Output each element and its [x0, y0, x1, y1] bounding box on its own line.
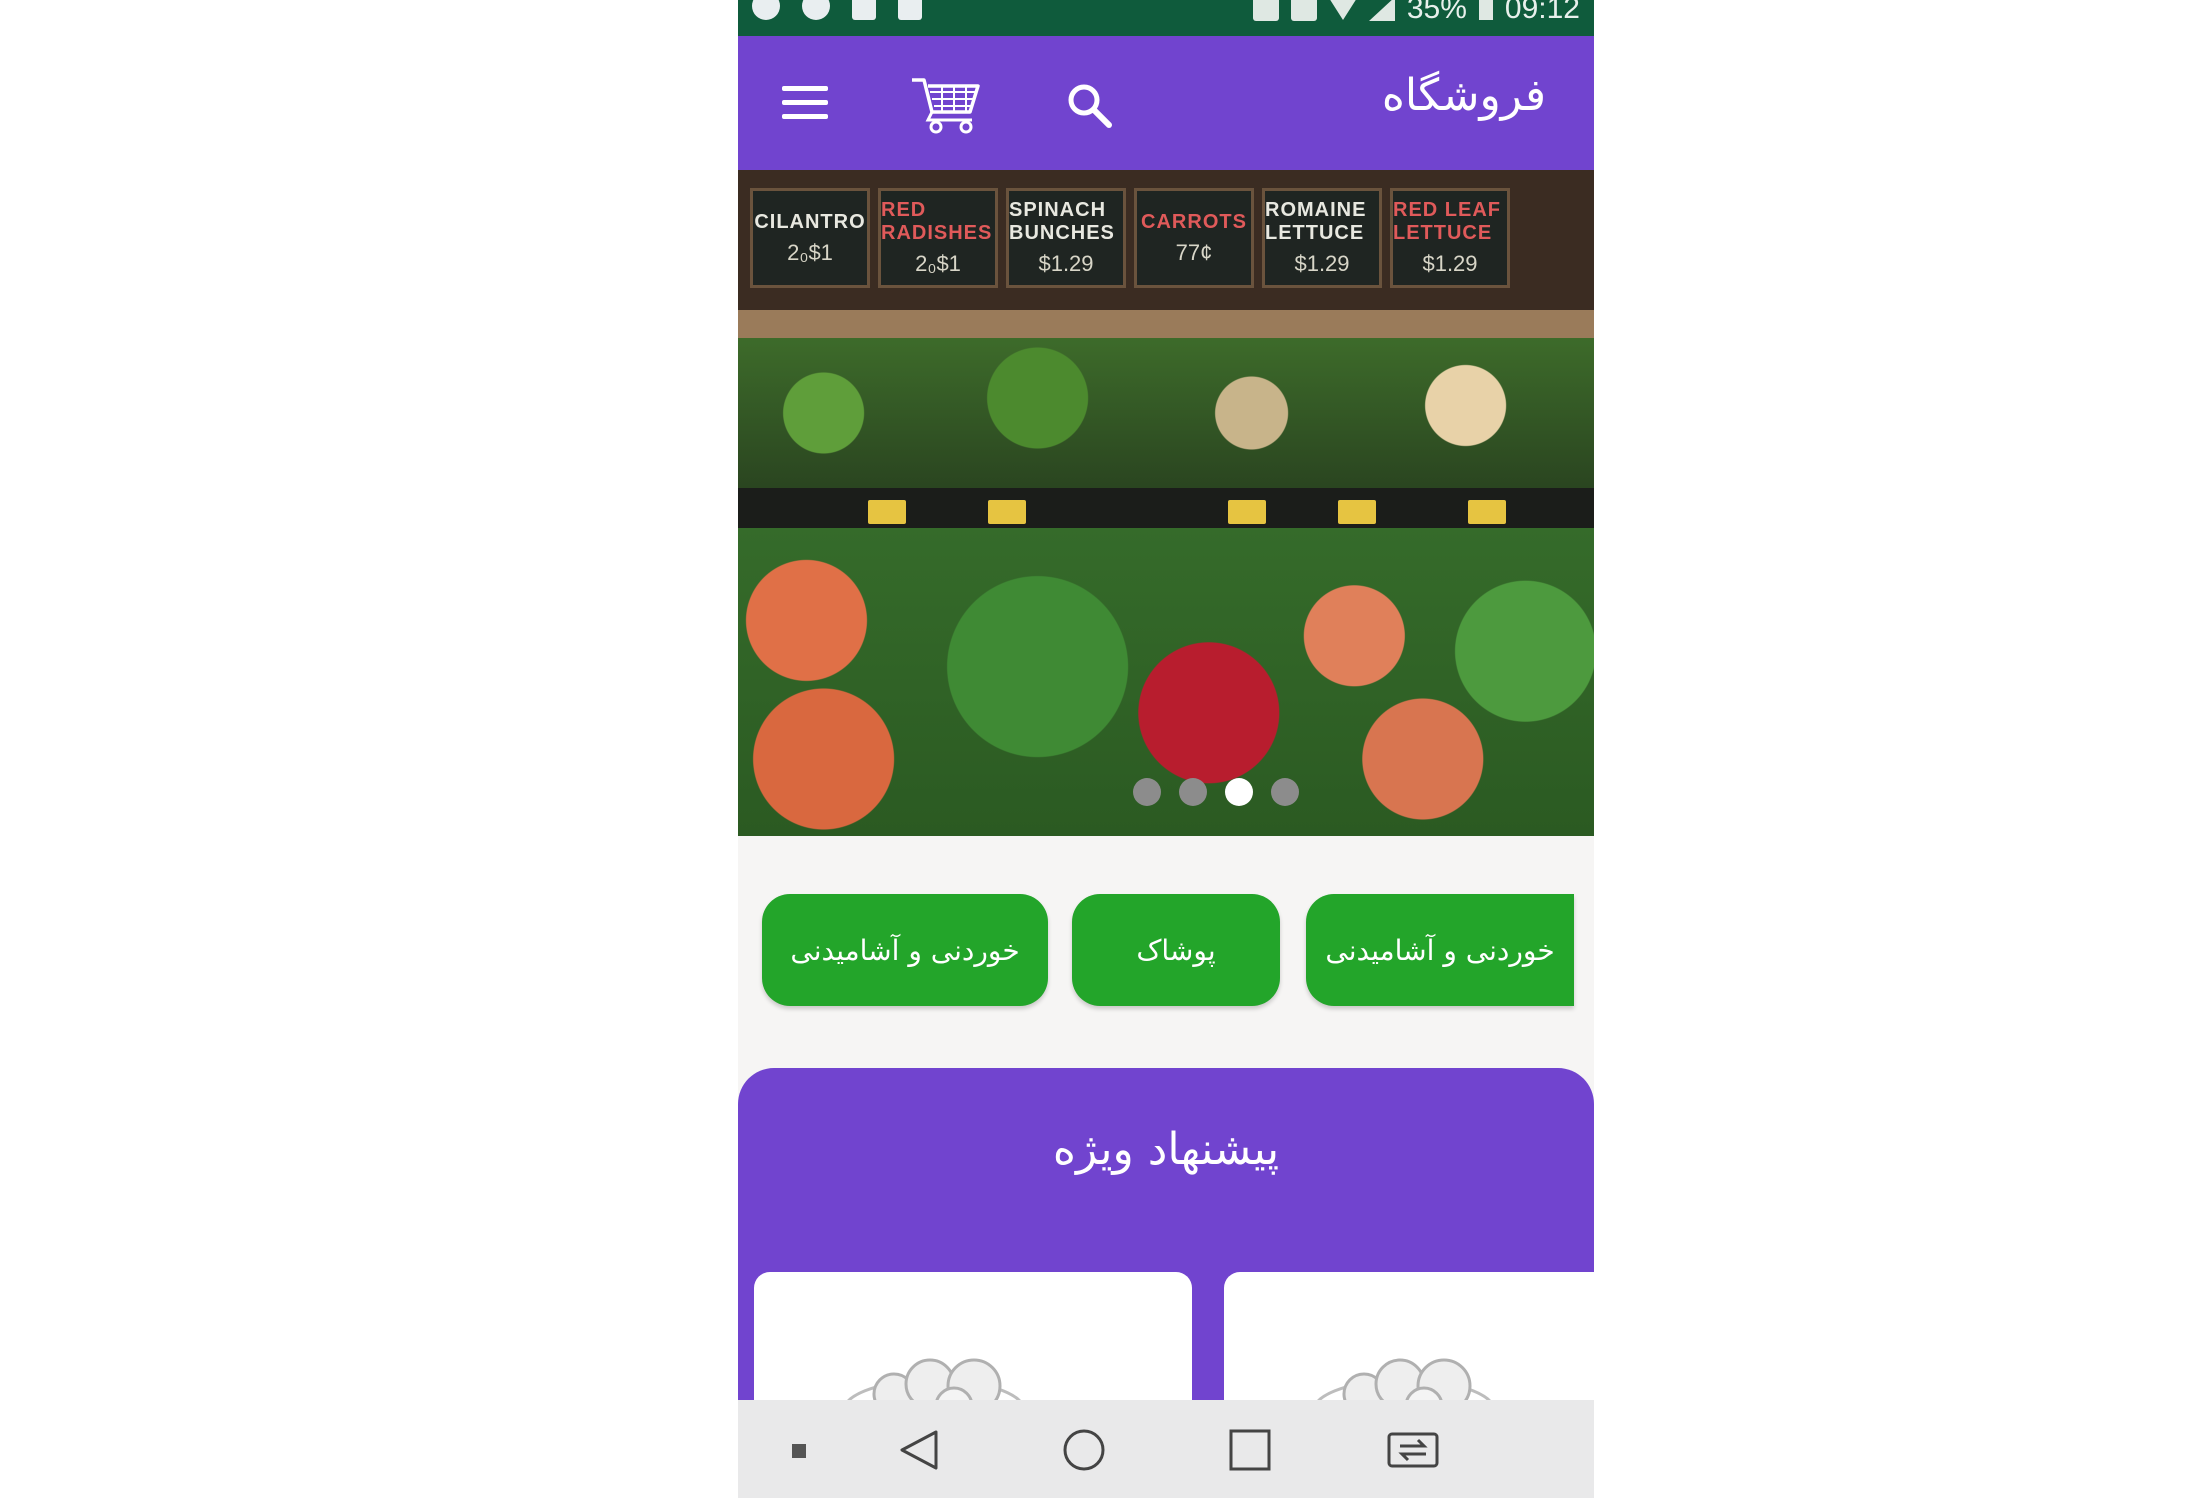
category-food-button[interactable]: خوردنی و آشامیدنی: [762, 894, 1048, 1006]
shelf-tag: [868, 500, 906, 524]
shelf-tag: [1228, 500, 1266, 524]
clock: 09:12: [1504, 0, 1580, 25]
back-icon[interactable]: [898, 1428, 940, 1472]
home-icon[interactable]: [1062, 1428, 1106, 1472]
medical-icon: [898, 0, 922, 20]
category-clothing-button[interactable]: پوشاک: [1072, 894, 1280, 1006]
menu-icon[interactable]: [782, 86, 828, 120]
category-list: خوردنی و آشامیدنی پوشاک خوردنی و آشامیدن…: [738, 894, 1594, 1010]
carousel-dot[interactable]: [1179, 778, 1207, 806]
shelf-rail: [738, 310, 1594, 338]
recents-icon[interactable]: [1228, 1428, 1272, 1472]
carousel-dot[interactable]: [1133, 778, 1161, 806]
carousel-dot-active[interactable]: [1225, 778, 1253, 806]
vpn-key-icon: [1290, 0, 1317, 21]
banner-carousel[interactable]: CILANTRO 2₀$1 RED RADISHES 2₀$1 SPINACH …: [738, 170, 1594, 836]
price-sign: CARROTS 77¢: [1134, 188, 1254, 288]
search-icon[interactable]: [1066, 82, 1112, 128]
price-sign: CILANTRO 2₀$1: [750, 188, 870, 288]
phone-screen: 35% 09:12 فروشگاه CILANTRO 2₀$1 RED RADI…: [738, 0, 1594, 1498]
gallery-icon: [852, 0, 876, 20]
vibrate-icon: [1252, 0, 1279, 21]
shelf-tag: [988, 500, 1026, 524]
price-sign: SPINACH BUNCHES $1.29: [1006, 188, 1126, 288]
status-bar: 35% 09:12: [738, 0, 1594, 36]
dot-square-icon[interactable]: [792, 1444, 806, 1458]
app-title: فروشگاه: [1381, 70, 1546, 121]
battery-icon: [1478, 0, 1493, 20]
price-sign: RED RADISHES 2₀$1: [878, 188, 998, 288]
signal-icon: [1368, 0, 1395, 21]
app-bar: فروشگاه: [738, 36, 1594, 170]
cart-icon[interactable]: [910, 72, 982, 134]
produce-shelf: [738, 338, 1594, 488]
shelf-edge: [738, 488, 1594, 528]
shelf-tag: [1468, 500, 1506, 524]
price-sign: RED LEAF LETTUCE $1.29: [1390, 188, 1510, 288]
price-sign: ROMAINE LETTUCE $1.29: [1262, 188, 1382, 288]
notification-badge-icon: [802, 0, 830, 20]
shelf-tag: [1338, 500, 1376, 524]
special-offer-title: پیشنهاد ویژه: [1052, 1124, 1280, 1175]
system-navigation-bar: [738, 1400, 1594, 1498]
category-food-button[interactable]: خوردنی و آشامیدنی: [1306, 894, 1574, 1006]
telegram-icon: [752, 0, 780, 20]
carousel-indicator: [738, 778, 1594, 806]
battery-percent: 35%: [1406, 0, 1467, 25]
carousel-dot[interactable]: [1271, 778, 1299, 806]
switch-app-icon[interactable]: [1386, 1428, 1440, 1472]
wifi-icon: [1328, 0, 1357, 20]
